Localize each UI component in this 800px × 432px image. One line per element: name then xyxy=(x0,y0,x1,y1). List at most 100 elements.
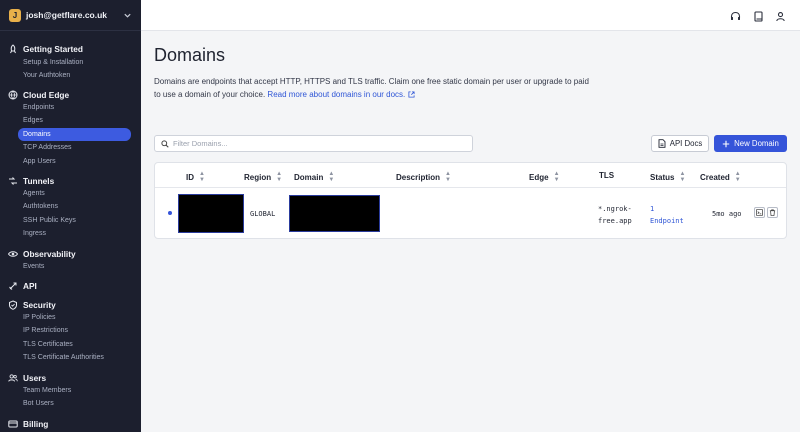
sidebar-section-title: Tunnels xyxy=(23,175,55,186)
shield-icon xyxy=(8,299,18,310)
sidebar-section-cloud-edge: Cloud Edge Endpoints Edges Domains TCP A… xyxy=(0,88,141,168)
sidebar-item-ip-restrictions[interactable]: IP Restrictions xyxy=(0,324,141,337)
sidebar-section-title: Users xyxy=(23,372,47,383)
sidebar-item-edges[interactable]: Edges xyxy=(0,114,141,127)
sort-icon: ▲ ▼ xyxy=(328,171,335,183)
sidebar-heading-security[interactable]: Security xyxy=(0,298,141,311)
plus-icon xyxy=(722,140,730,147)
document-icon xyxy=(658,139,666,148)
sidebar-section-title: Security xyxy=(23,299,56,310)
api-icon xyxy=(8,281,18,291)
terminal-icon[interactable] xyxy=(754,207,765,218)
sidebar-item-team-members[interactable]: Team Members xyxy=(0,384,141,397)
sidebar-item-ingress[interactable]: Ingress xyxy=(0,227,141,240)
eye-icon xyxy=(8,249,18,259)
sidebar-item-tls-certificate-authorities[interactable]: TLS Certificate Authorities xyxy=(0,351,141,364)
sidebar-section-getting-started: Getting Started Setup & Installation You… xyxy=(0,42,141,83)
redacted-domain xyxy=(289,195,380,232)
account-email: josh@getflare.co.uk xyxy=(26,10,108,20)
sidebar-heading-cloud-edge[interactable]: Cloud Edge xyxy=(0,88,141,101)
avatar: J xyxy=(9,8,21,22)
sidebar-item-domains[interactable]: Domains xyxy=(18,127,131,142)
sidebar-item-events[interactable]: Events xyxy=(0,260,141,273)
sidebar-section-title: API xyxy=(23,280,37,291)
external-link-icon xyxy=(407,90,415,98)
page-description: Domains are endpoints that accept HTTP, … xyxy=(154,76,594,101)
rocket-icon xyxy=(8,43,18,54)
sidebar-item-your-authtoken[interactable]: Your Authtoken xyxy=(0,69,141,82)
sidebar-heading-tunnels[interactable]: Tunnels xyxy=(0,174,141,187)
account-switcher[interactable]: J josh@getflare.co.uk xyxy=(0,0,141,31)
sort-icon: ▲ ▼ xyxy=(679,171,686,183)
column-label: Edge xyxy=(529,172,549,182)
chevron-down-icon xyxy=(122,10,132,20)
filter-domains-input[interactable] xyxy=(173,139,453,148)
sidebar-item-tls-certificates[interactable]: TLS Certificates xyxy=(0,338,141,351)
column-header-edge[interactable]: Edge ▲ ▼ xyxy=(529,171,560,183)
sidebar-heading-observability[interactable]: Observability xyxy=(0,247,141,260)
cell-region: GLOBAL xyxy=(250,210,276,218)
column-header-domain[interactable]: Domain ▲ ▼ xyxy=(294,171,334,183)
column-label: Domain xyxy=(294,172,324,182)
sidebar-heading-users[interactable]: Users xyxy=(0,371,141,384)
docs-link[interactable]: Read more about domains in our docs. xyxy=(267,90,405,99)
sidebar-item-ssh-public-keys[interactable]: SSH Public Keys xyxy=(0,214,141,227)
sidebar-item-setup[interactable]: Setup & Installation xyxy=(0,56,141,69)
column-header-region[interactable]: Region ▲ ▼ xyxy=(244,171,282,183)
column-label: ID xyxy=(186,172,194,182)
sidebar-section-title: Billing xyxy=(23,418,49,429)
column-label: Description xyxy=(396,172,441,182)
page-title: Domains xyxy=(154,45,226,65)
sidebar-heading-api[interactable]: API xyxy=(0,279,141,292)
cell-status[interactable]: 1 Endpoint xyxy=(650,203,690,227)
status-dot xyxy=(168,211,172,215)
api-docs-label: API Docs xyxy=(669,139,703,148)
top-bar xyxy=(141,0,800,31)
sort-icon: ▲ ▼ xyxy=(445,171,451,183)
api-docs-button[interactable]: API Docs xyxy=(651,135,709,152)
sidebar-section-api: API xyxy=(0,279,141,292)
sidebar-section-users: Users Team Members Bot Users xyxy=(0,371,141,411)
sidebar-item-endpoints[interactable]: Endpoints xyxy=(0,101,141,114)
user-icon[interactable] xyxy=(774,10,786,22)
column-header-created[interactable]: Created ▲ ▼ xyxy=(700,171,741,183)
sidebar-heading-getting-started[interactable]: Getting Started xyxy=(0,42,141,55)
users-icon xyxy=(8,373,18,383)
sidebar: J josh@getflare.co.uk Getting Started Se… xyxy=(0,0,141,432)
column-label: Region xyxy=(244,172,272,182)
sidebar-item-agents[interactable]: Agents xyxy=(0,187,141,200)
column-header-id[interactable]: ID ▲ ▼ xyxy=(186,171,205,183)
sidebar-section-security: Security IP Policies IP Restrictions TLS… xyxy=(0,298,141,365)
column-label: Status xyxy=(650,172,675,182)
column-header-tls: TLS xyxy=(599,171,614,180)
sidebar-section-title: Getting Started xyxy=(23,43,83,54)
sidebar-section-observability: Observability Events xyxy=(0,247,141,273)
column-label: TLS xyxy=(599,171,615,180)
sidebar-item-bot-users[interactable]: Bot Users xyxy=(0,397,141,410)
domains-table: ID ▲ ▼ Region ▲ ▼ Domain ▲ ▼ Description ▲ ▼ Edg… xyxy=(154,162,787,239)
redacted-id xyxy=(178,194,244,233)
column-label: Created xyxy=(700,172,730,182)
sidebar-section-billing: Billing xyxy=(0,417,141,430)
trash-icon[interactable] xyxy=(767,207,778,218)
sidebar-item-ip-policies[interactable]: IP Policies xyxy=(0,311,141,324)
cell-tls: *.ngrok-free.app xyxy=(598,205,632,225)
sort-icon: ▲ ▼ xyxy=(199,171,205,183)
new-domain-label: New Domain xyxy=(734,139,779,148)
sort-icon: ▲ ▼ xyxy=(734,171,741,183)
sidebar-item-app-users[interactable]: App Users xyxy=(0,155,141,168)
book-icon[interactable] xyxy=(752,10,764,22)
sidebar-heading-billing[interactable]: Billing xyxy=(0,417,141,430)
column-header-description[interactable]: Description ▲ ▼ xyxy=(396,171,451,183)
headset-icon[interactable] xyxy=(729,10,741,22)
search-icon xyxy=(161,139,169,148)
new-domain-button[interactable]: New Domain xyxy=(714,135,787,152)
sidebar-item-authtokens[interactable]: Authtokens xyxy=(0,200,141,213)
header-divider xyxy=(155,187,786,188)
filter-domains-field[interactable] xyxy=(154,135,473,152)
billing-icon xyxy=(8,419,18,429)
sidebar-section-title: Observability xyxy=(23,248,76,259)
sidebar-item-tcp-addresses[interactable]: TCP Addresses xyxy=(0,141,141,154)
sidebar-section-tunnels: Tunnels Agents Authtokens SSH Public Key… xyxy=(0,174,141,241)
column-header-status[interactable]: Status ▲ ▼ xyxy=(650,171,685,183)
